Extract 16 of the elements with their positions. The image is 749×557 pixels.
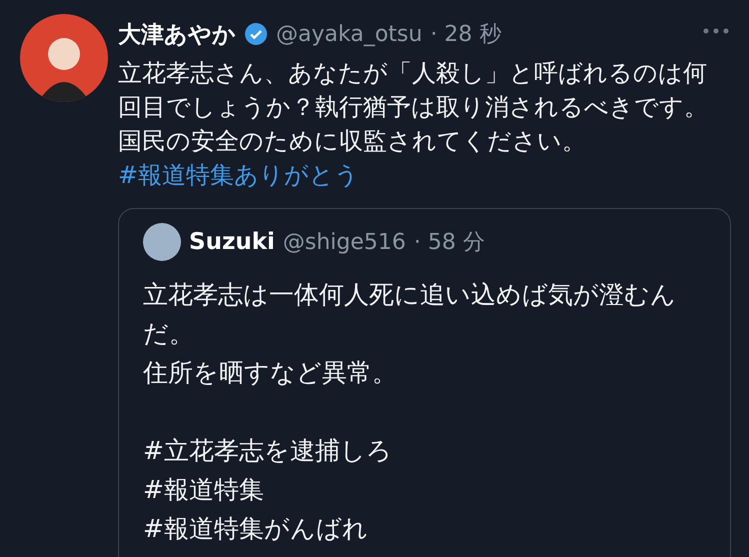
quoted-avatar[interactable]	[143, 223, 181, 261]
quoted-author-name: Suzuki	[189, 229, 275, 255]
post-time[interactable]: · 28 秒	[430, 19, 502, 49]
quoted-tweet-text: 住所を晒すなど異常。	[142, 357, 398, 389]
quoted-tweet-card[interactable]: Suzuki @shige516 · 58 分 立花孝志は一体何人死に追い込めば気が澄むんだ。 住所を晒すなど異常。 #立花孝志を逮捕しろ #報道特集 #報道特集がんばれ	[118, 208, 731, 557]
quoted-author-handle: @shige516	[282, 230, 406, 254]
author-handle[interactable]: @ayaka_otsu	[276, 22, 422, 46]
quoted-post-time: · 58 分	[414, 229, 485, 257]
author-name[interactable]: 大津あやか	[118, 18, 236, 50]
quoted-tweet-text: 立花孝志は一体何人死に追い込めば気が澄むんだ。	[142, 279, 677, 350]
hashtag-link[interactable]: #報道特集ありがとう	[118, 161, 360, 189]
quoted-hashtag: #立花孝志を逮捕しろ	[142, 435, 393, 467]
quoted-hashtag: #報道特集がんばれ	[142, 513, 369, 545]
more-options-icon[interactable]	[703, 28, 729, 34]
tweet-text: 立花孝志さん、あなたが「人殺し」と呼ばれるのは何回目でしょうか？執行猶予は取り消されるべきです。国民の安全のために収監されてください。 #報道特集ありがとう	[118, 58, 709, 191]
quoted-hashtag: #報道特集	[142, 474, 265, 506]
